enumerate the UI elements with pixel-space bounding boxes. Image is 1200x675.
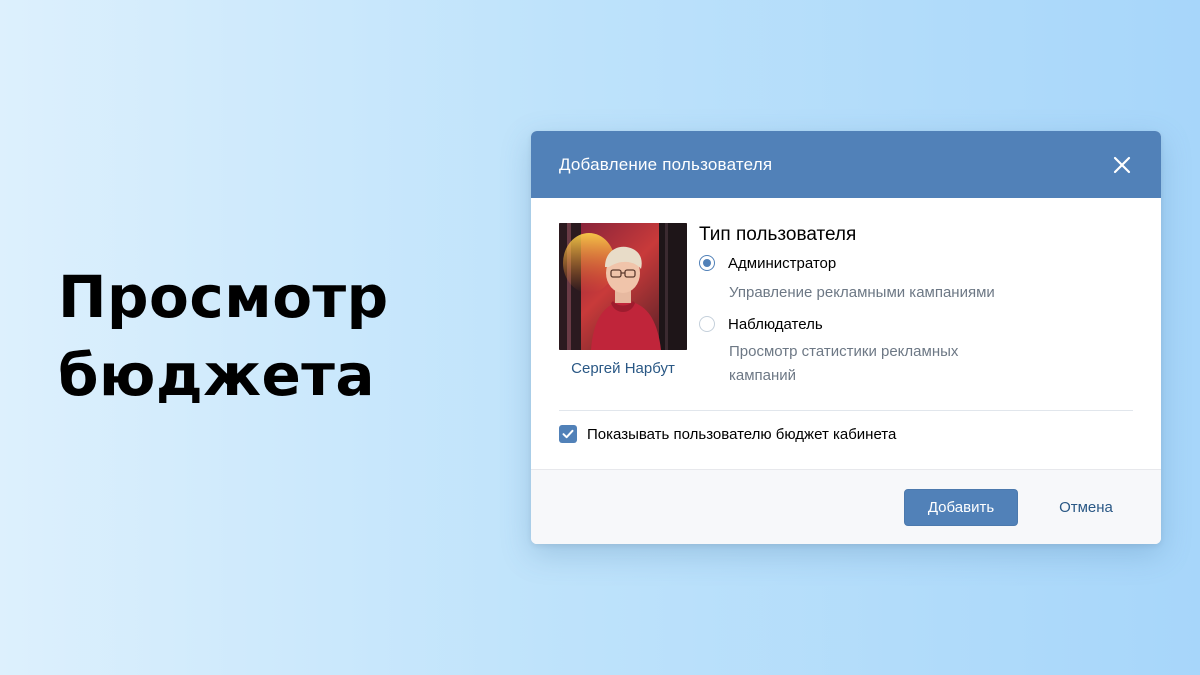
- radio-administrator[interactable]: Администратор: [699, 250, 1119, 276]
- observer-description: Просмотр статистики рекламных кампаний: [729, 343, 959, 384]
- add-user-dialog: Добавление пользователя Сергей Нарбут Ти…: [531, 131, 1161, 544]
- radio-observer[interactable]: Наблюдатель: [699, 311, 1119, 337]
- radio-administrator-label[interactable]: Администратор: [728, 255, 836, 272]
- dialog-title: Добавление пользователя: [559, 154, 773, 174]
- dialog-header: Добавление пользователя: [531, 131, 1161, 198]
- user-name-link[interactable]: Сергей Нарбут: [559, 360, 687, 377]
- dialog-body: Сергей Нарбут Тип пользователя Администр…: [531, 198, 1161, 470]
- cancel-button[interactable]: Отмена: [1036, 489, 1136, 526]
- user-card: Сергей Нарбут: [559, 223, 687, 377]
- show-budget-label[interactable]: Показывать пользователю бюджет кабинета: [587, 426, 896, 443]
- radio-observer-label[interactable]: Наблюдатель: [728, 316, 823, 333]
- radio-checked-icon[interactable]: [699, 255, 715, 271]
- dialog-footer: Добавить Отмена: [531, 469, 1161, 544]
- show-budget-checkbox[interactable]: Показывать пользователю бюджет кабинета: [559, 425, 896, 443]
- divider: [559, 410, 1133, 411]
- add-button[interactable]: Добавить: [904, 489, 1018, 526]
- radio-unchecked-icon[interactable]: [699, 316, 715, 332]
- user-type-title: Тип пользователя: [699, 224, 857, 245]
- headline: Просмотр бюджета: [58, 258, 389, 414]
- administrator-description: Управление рекламными кампаниями: [729, 284, 995, 301]
- close-icon[interactable]: [1111, 154, 1133, 176]
- checkbox-checked-icon[interactable]: [559, 425, 577, 443]
- user-avatar[interactable]: [559, 223, 687, 350]
- user-type-section: Тип пользователя Администратор Управлени…: [699, 224, 1119, 388]
- headline-line-1: Просмотр: [58, 263, 389, 331]
- headline-line-2: бюджета: [58, 341, 376, 409]
